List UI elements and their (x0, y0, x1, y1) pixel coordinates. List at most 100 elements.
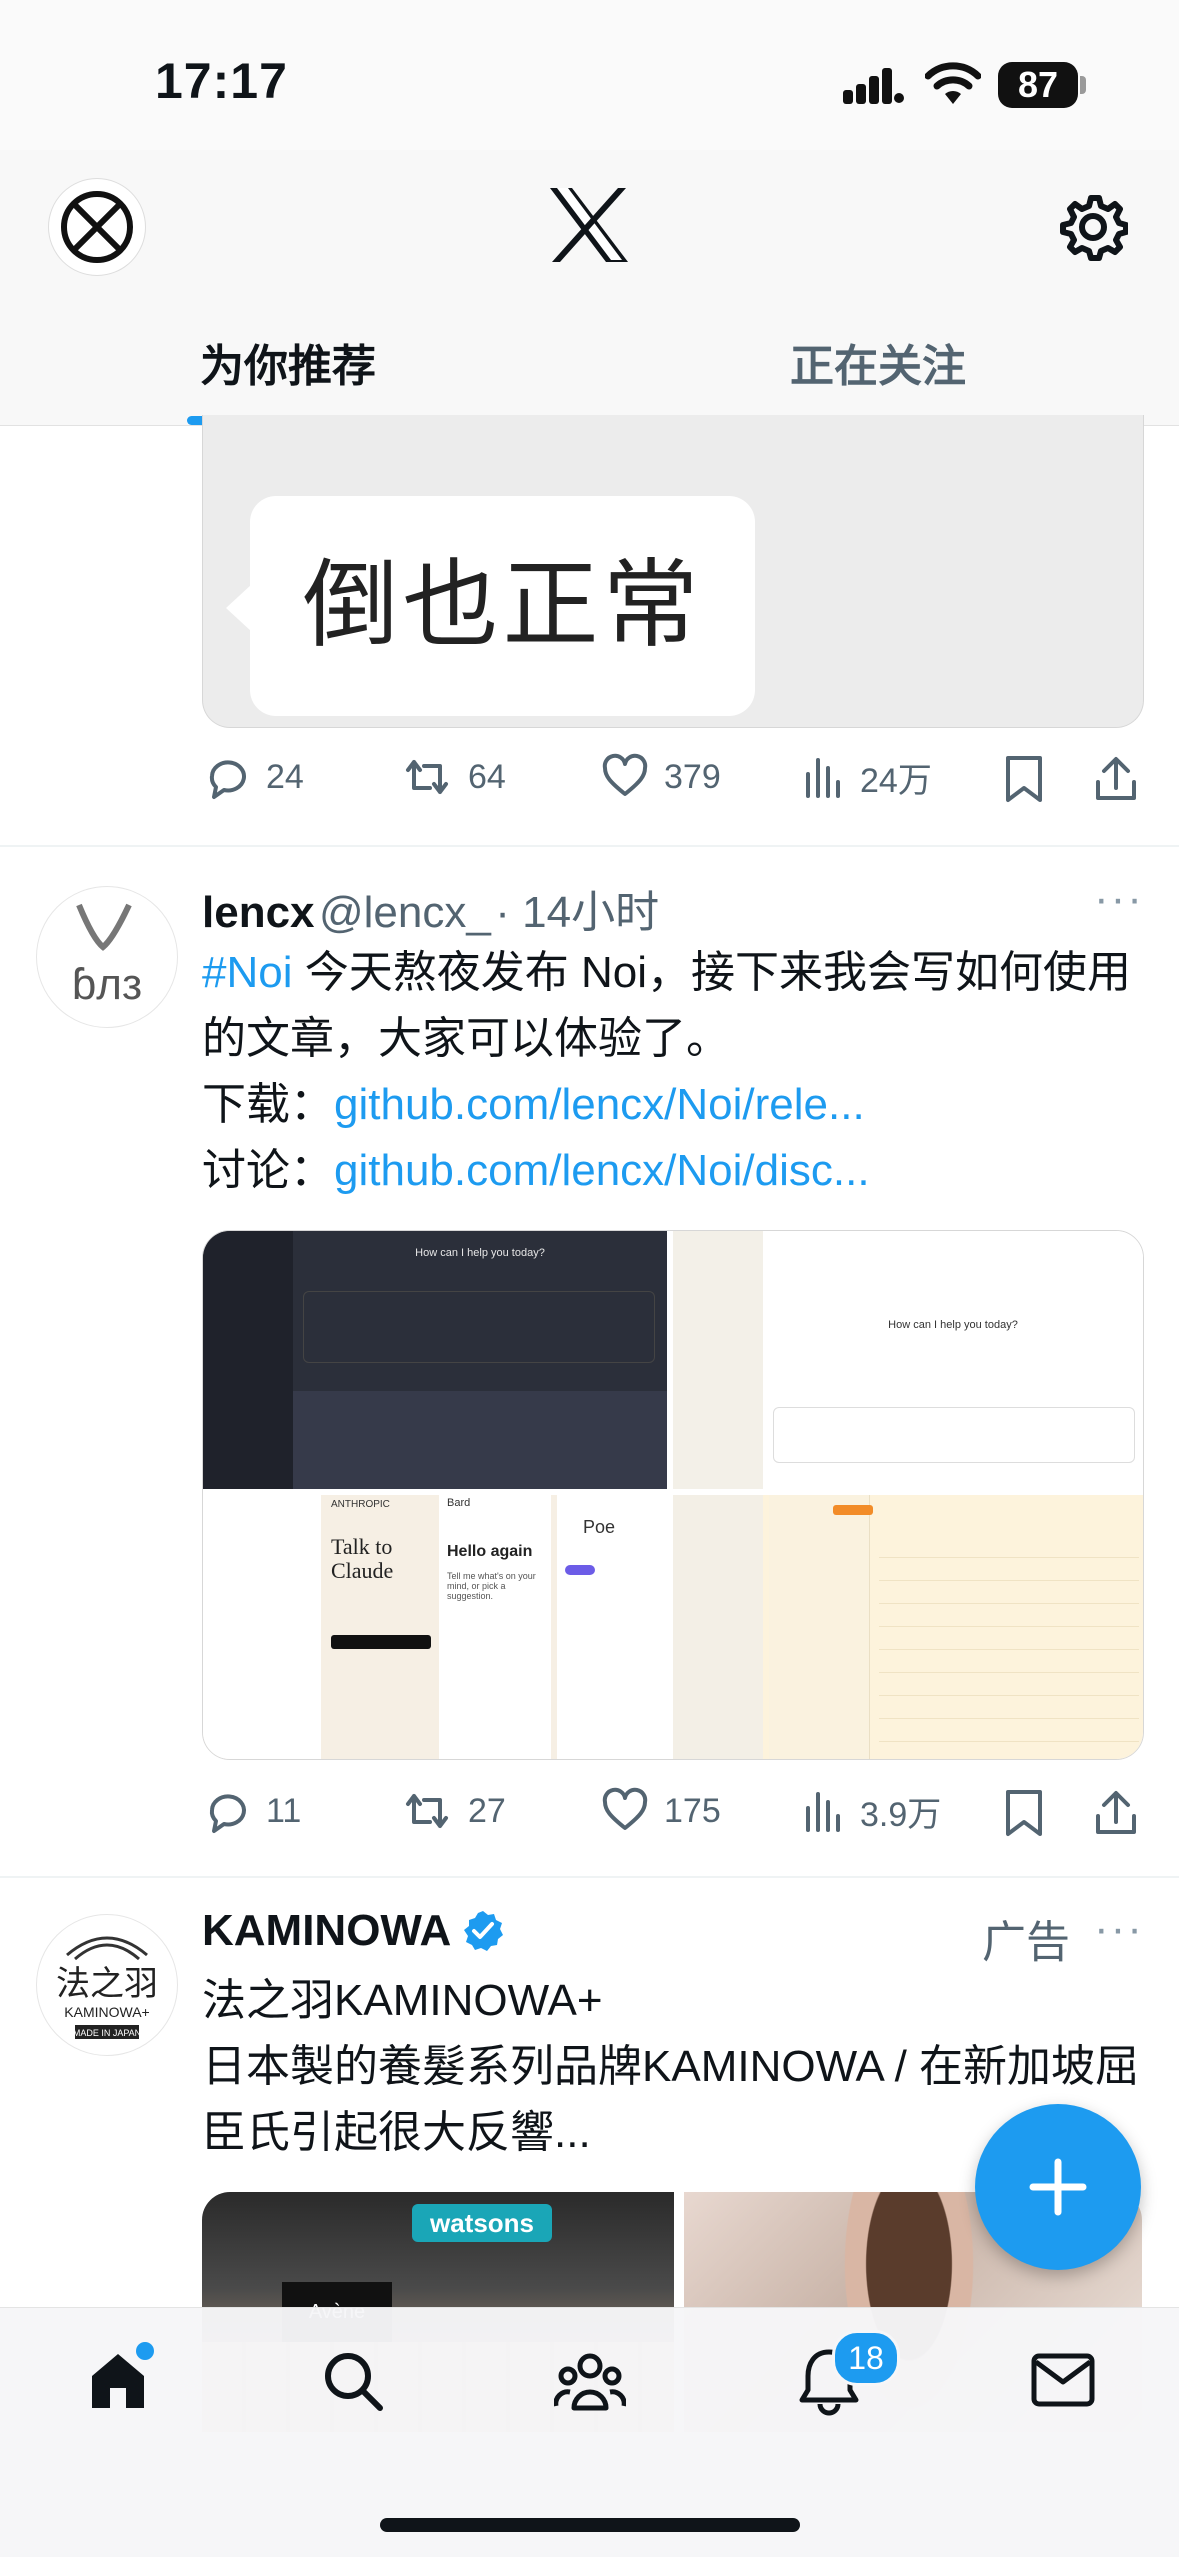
advertiser-name[interactable]: KAMINOWA (202, 1906, 451, 1956)
retweet-icon (406, 760, 448, 794)
image-multi-ai[interactable]: ANTHROPIC Talk to Claude Bard Hello agai… (203, 1495, 667, 1759)
avatar-kaminowa[interactable]: 法之羽 KAMINOWA+ MADE IN JAPAN (36, 1914, 178, 2056)
like-count: 175 (664, 1791, 721, 1830)
notifications-badge: 18 (832, 2330, 900, 2386)
discuss-label: 讨论： (202, 1146, 334, 1195)
screen-chat-area (293, 1391, 667, 1489)
x-logo-icon[interactable] (548, 186, 630, 264)
poe-title: Poe (583, 1517, 616, 1537)
bard-greeting: Hello again (447, 1543, 533, 1560)
tweet-time: · 14小时 (495, 888, 660, 937)
ad-label: 广告 (982, 1918, 1070, 1967)
reply-icon (209, 1794, 246, 1833)
tab-following[interactable]: 正在关注 (790, 330, 966, 394)
heart-icon (602, 753, 648, 796)
more-options-icon[interactable]: ··· (1094, 1904, 1144, 1954)
tweet-image-grid: How can I help you today? How can I help… (202, 1230, 1144, 1760)
author-name[interactable]: lencx (202, 888, 315, 937)
download-label: 下载： (202, 1080, 334, 1129)
views-bar-chart-icon (806, 758, 840, 798)
settings-gear-icon[interactable] (1058, 192, 1128, 262)
bard-title: Bard (447, 1497, 471, 1509)
claude-brand: ANTHROPIC (331, 1499, 390, 1510)
download-link[interactable]: github.com/lencx/Noi/rele... (334, 1080, 865, 1129)
views-count: 24万 (860, 761, 932, 800)
reply-button[interactable]: 24 (202, 752, 304, 802)
retweet-button[interactable]: 64 (400, 752, 506, 802)
screen-prompt: How can I help you today? (888, 1319, 1018, 1331)
logo-tag-text: MADE IN JAPAN (73, 2028, 141, 2038)
cellular-signal-icon (843, 68, 904, 104)
avatar-glyph: ɓлз (72, 960, 142, 1009)
retweet-count: 27 (468, 1791, 506, 1830)
screen-suggestions (773, 1407, 1135, 1463)
plus-icon (1029, 2158, 1087, 2216)
hashtag-link[interactable]: #Noi (202, 948, 293, 997)
battery-indicator: 87 (998, 62, 1078, 108)
tweet-text: #Noi 今天熬夜发布 Noi，接下来我会写如何使用的文章，大家可以体验了。 下… (202, 940, 1142, 1204)
screen-bard-pane (439, 1495, 551, 1759)
search-icon[interactable] (320, 2348, 386, 2414)
ad-header: KAMINOWA (202, 1906, 505, 1956)
screen-sidebar (203, 1231, 293, 1489)
reply-button[interactable]: 11 (202, 1786, 301, 1836)
like-button[interactable]: 175 (600, 1786, 721, 1836)
screen-nav (769, 1495, 870, 1759)
discuss-link[interactable]: github.com/lencx/Noi/disc... (334, 1146, 870, 1195)
retweet-button[interactable]: 27 (400, 1786, 506, 1836)
verified-badge-icon (464, 1911, 504, 1951)
like-button[interactable]: 379 (600, 752, 721, 802)
screen-orange-chip (833, 1505, 873, 1515)
views-button[interactable]: 24万 (802, 752, 932, 802)
logo-sub-text: KAMINOWA+ (64, 2004, 149, 2020)
retweet-count: 64 (468, 757, 506, 796)
tab-for-you[interactable]: 为你推荐 (200, 330, 376, 394)
share-icon[interactable] (1092, 754, 1140, 804)
reply-count: 24 (266, 757, 304, 796)
tweet-divider (0, 1876, 1179, 1878)
compose-post-button[interactable] (975, 2104, 1141, 2270)
poe-chip (565, 1565, 595, 1575)
retweet-icon (406, 1794, 448, 1828)
screen-table-rows (879, 1535, 1139, 1755)
screen-suggestions (303, 1291, 655, 1363)
heart-icon (602, 1787, 648, 1830)
screen-sidebar (673, 1495, 763, 1759)
kaminowa-logo: 法之羽 KAMINOWA+ MADE IN JAPAN (56, 1936, 158, 2039)
profile-avatar-icon (61, 191, 133, 263)
screen-prompt: How can I help you today? (415, 1247, 545, 1259)
more-options-icon[interactable]: ··· (1094, 874, 1144, 924)
meme-text: 倒也正常 (302, 552, 703, 659)
bookmark-icon[interactable] (1002, 1788, 1046, 1838)
reply-count: 11 (266, 1791, 302, 1830)
screen-sidebar (673, 1231, 763, 1489)
battery-cap (1080, 76, 1086, 94)
tweet-header: lencx @lencx_ · 14小时 (202, 876, 659, 940)
bookmark-icon[interactable] (1002, 754, 1046, 804)
home-indicator-bar[interactable] (380, 2518, 800, 2532)
views-button[interactable]: 3.9万 (802, 1786, 941, 1836)
bard-subtitle: Tell me what's on your mind, or pick a s… (447, 1571, 536, 1601)
communities-icon[interactable] (554, 2348, 626, 2414)
lencx-avatar-art: ɓлз (72, 903, 142, 1009)
image-chatgpt-dark[interactable]: How can I help you today? (203, 1231, 667, 1489)
tweet-divider (0, 845, 1179, 847)
author-handle[interactable]: @lencx_ (319, 888, 491, 937)
reply-icon (209, 760, 246, 799)
views-count: 3.9万 (860, 1795, 942, 1834)
claude-title: Talk to Claude (331, 1534, 394, 1583)
logo-main-text: 法之羽 (56, 1965, 158, 2003)
speech-bubble-tail (226, 584, 252, 632)
profile-avatar-button[interactable] (48, 178, 146, 276)
image-chatgpt-light[interactable]: How can I help you today? (673, 1231, 1143, 1489)
views-bar-chart-icon (806, 1792, 840, 1832)
like-count: 379 (664, 757, 721, 796)
screen-chatgpt-pane (203, 1495, 321, 1759)
wifi-icon (925, 62, 981, 104)
avatar-lencx[interactable]: ɓлз (36, 886, 178, 1028)
tweet-body-text: 今天熬夜发布 Noi，接下来我会写如何使用的文章，大家可以体验了。 (202, 948, 1131, 1063)
messages-envelope-icon[interactable] (1030, 2350, 1096, 2410)
share-icon[interactable] (1092, 1788, 1140, 1838)
watsons-sign: watsons (412, 2204, 552, 2242)
image-prompt-table[interactable] (673, 1495, 1143, 1759)
